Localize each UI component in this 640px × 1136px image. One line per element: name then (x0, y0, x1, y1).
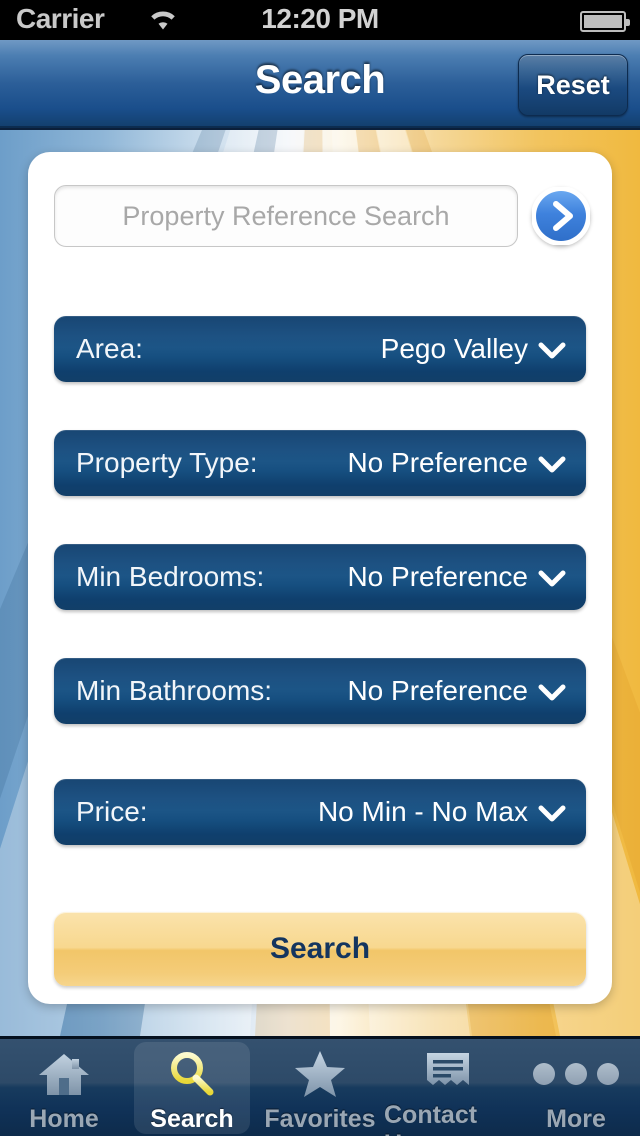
clock-label: 12:20 PM (261, 3, 379, 34)
search-submit-button[interactable]: Search (54, 912, 586, 986)
tab-label: Home (29, 1105, 99, 1133)
filter-row-min-bedrooms[interactable]: Min Bedrooms: No Preference (54, 544, 586, 610)
magnifier-icon (167, 1049, 217, 1099)
ellipsis-icon (533, 1049, 619, 1099)
filter-value: No Min - No Max (317, 796, 528, 827)
chevron-down-icon (538, 342, 566, 365)
chevron-down-icon (538, 456, 566, 479)
chevron-down-icon (538, 570, 566, 593)
search-input[interactable] (54, 185, 518, 247)
filter-label: Min Bedrooms: (76, 561, 265, 592)
filter-value: No Preference (347, 675, 528, 706)
reset-button[interactable]: Reset (518, 54, 628, 116)
app-screen: Carrier 12:20 PM Search Reset Property R… (0, 0, 640, 1136)
tab-bar: Home Search Favorites Contact More (0, 1036, 640, 1136)
search-card: Area: Pego Valley Property Type: No Pref… (28, 152, 612, 1004)
filter-label: Price: (76, 796, 148, 827)
filter-row-min-bathrooms[interactable]: Min Bathrooms: No Preference (54, 658, 586, 724)
tab-favorites[interactable]: Favorites (256, 1039, 384, 1136)
tab-home[interactable]: Home (0, 1039, 128, 1136)
filter-value: Pego Valley (380, 333, 528, 364)
filter-label: Property Type: (76, 447, 258, 478)
tab-more[interactable]: More (512, 1039, 640, 1136)
contact-card-icon (421, 1049, 475, 1095)
filter-row-area[interactable]: Area: Pego Valley (54, 316, 586, 382)
tab-search[interactable]: Search (128, 1039, 256, 1136)
filter-row-property-type[interactable]: Property Type: No Preference (54, 430, 586, 496)
tab-contact-us[interactable]: Contact Us (384, 1039, 512, 1136)
filter-value: No Preference (347, 561, 528, 592)
reference-search-row (28, 185, 612, 247)
status-bar: Carrier 12:20 PM (0, 0, 640, 40)
chevron-down-icon (538, 684, 566, 707)
filter-label: Area: (76, 333, 143, 364)
filter-value: No Preference (347, 447, 528, 478)
navigation-bar: Search Reset (0, 40, 640, 128)
battery-full-icon (580, 11, 630, 32)
chevron-down-icon (538, 805, 566, 828)
tab-label: Favorites (264, 1105, 376, 1133)
star-icon (292, 1049, 348, 1099)
chevron-right-circle-icon[interactable] (532, 187, 590, 245)
tab-label: More (546, 1105, 606, 1133)
tab-label: Contact Us (384, 1101, 478, 1136)
tab-label: Search (150, 1105, 234, 1133)
filter-row-price[interactable]: Price: No Min - No Max (54, 779, 586, 845)
house-icon (36, 1049, 92, 1099)
filter-label: Min Bathrooms: (76, 675, 273, 706)
